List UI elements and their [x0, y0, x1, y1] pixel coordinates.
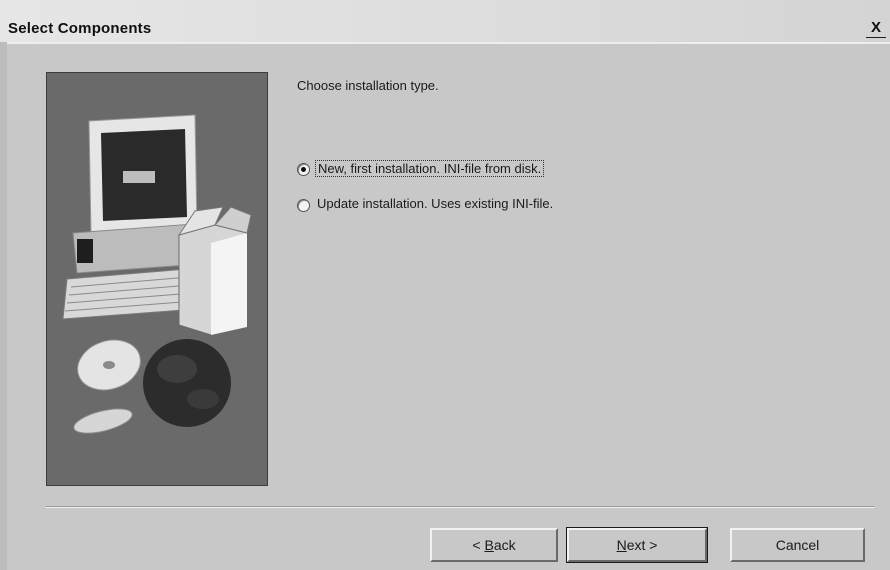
footer-separator: [46, 506, 874, 508]
title-bar: Select Components X: [0, 0, 890, 42]
select-components-dialog: Select Components X Choose installation …: [0, 0, 890, 570]
close-icon[interactable]: X: [866, 19, 886, 38]
radio-selected-dot: [301, 167, 306, 172]
option-new-installation-label[interactable]: New, first installation. INI-file from d…: [315, 160, 545, 177]
back-button-mnemonic: B: [484, 537, 494, 553]
installation-type-prompt: Choose installation type.: [297, 78, 439, 93]
back-button-rest: ack: [493, 537, 516, 553]
computer-package-cd-globe-icon: [62, 114, 252, 434]
next-button-rest: ext >: [626, 537, 658, 553]
cancel-button[interactable]: Cancel: [730, 528, 865, 562]
radio-button-new-installation[interactable]: [297, 163, 310, 176]
next-button-mnemonic: N: [616, 537, 627, 553]
option-update-installation-label[interactable]: Update installation. Uses existing INI-f…: [315, 196, 555, 211]
next-button[interactable]: Next >: [566, 527, 708, 563]
frame-top-edge: [0, 42, 890, 44]
back-button[interactable]: < Back: [430, 528, 558, 562]
frame-left-edge: [0, 42, 7, 570]
setup-illustration: [46, 72, 268, 486]
window-title: Select Components: [8, 20, 152, 37]
radio-button-update-installation[interactable]: [297, 199, 310, 212]
back-button-prefix: <: [472, 537, 485, 553]
